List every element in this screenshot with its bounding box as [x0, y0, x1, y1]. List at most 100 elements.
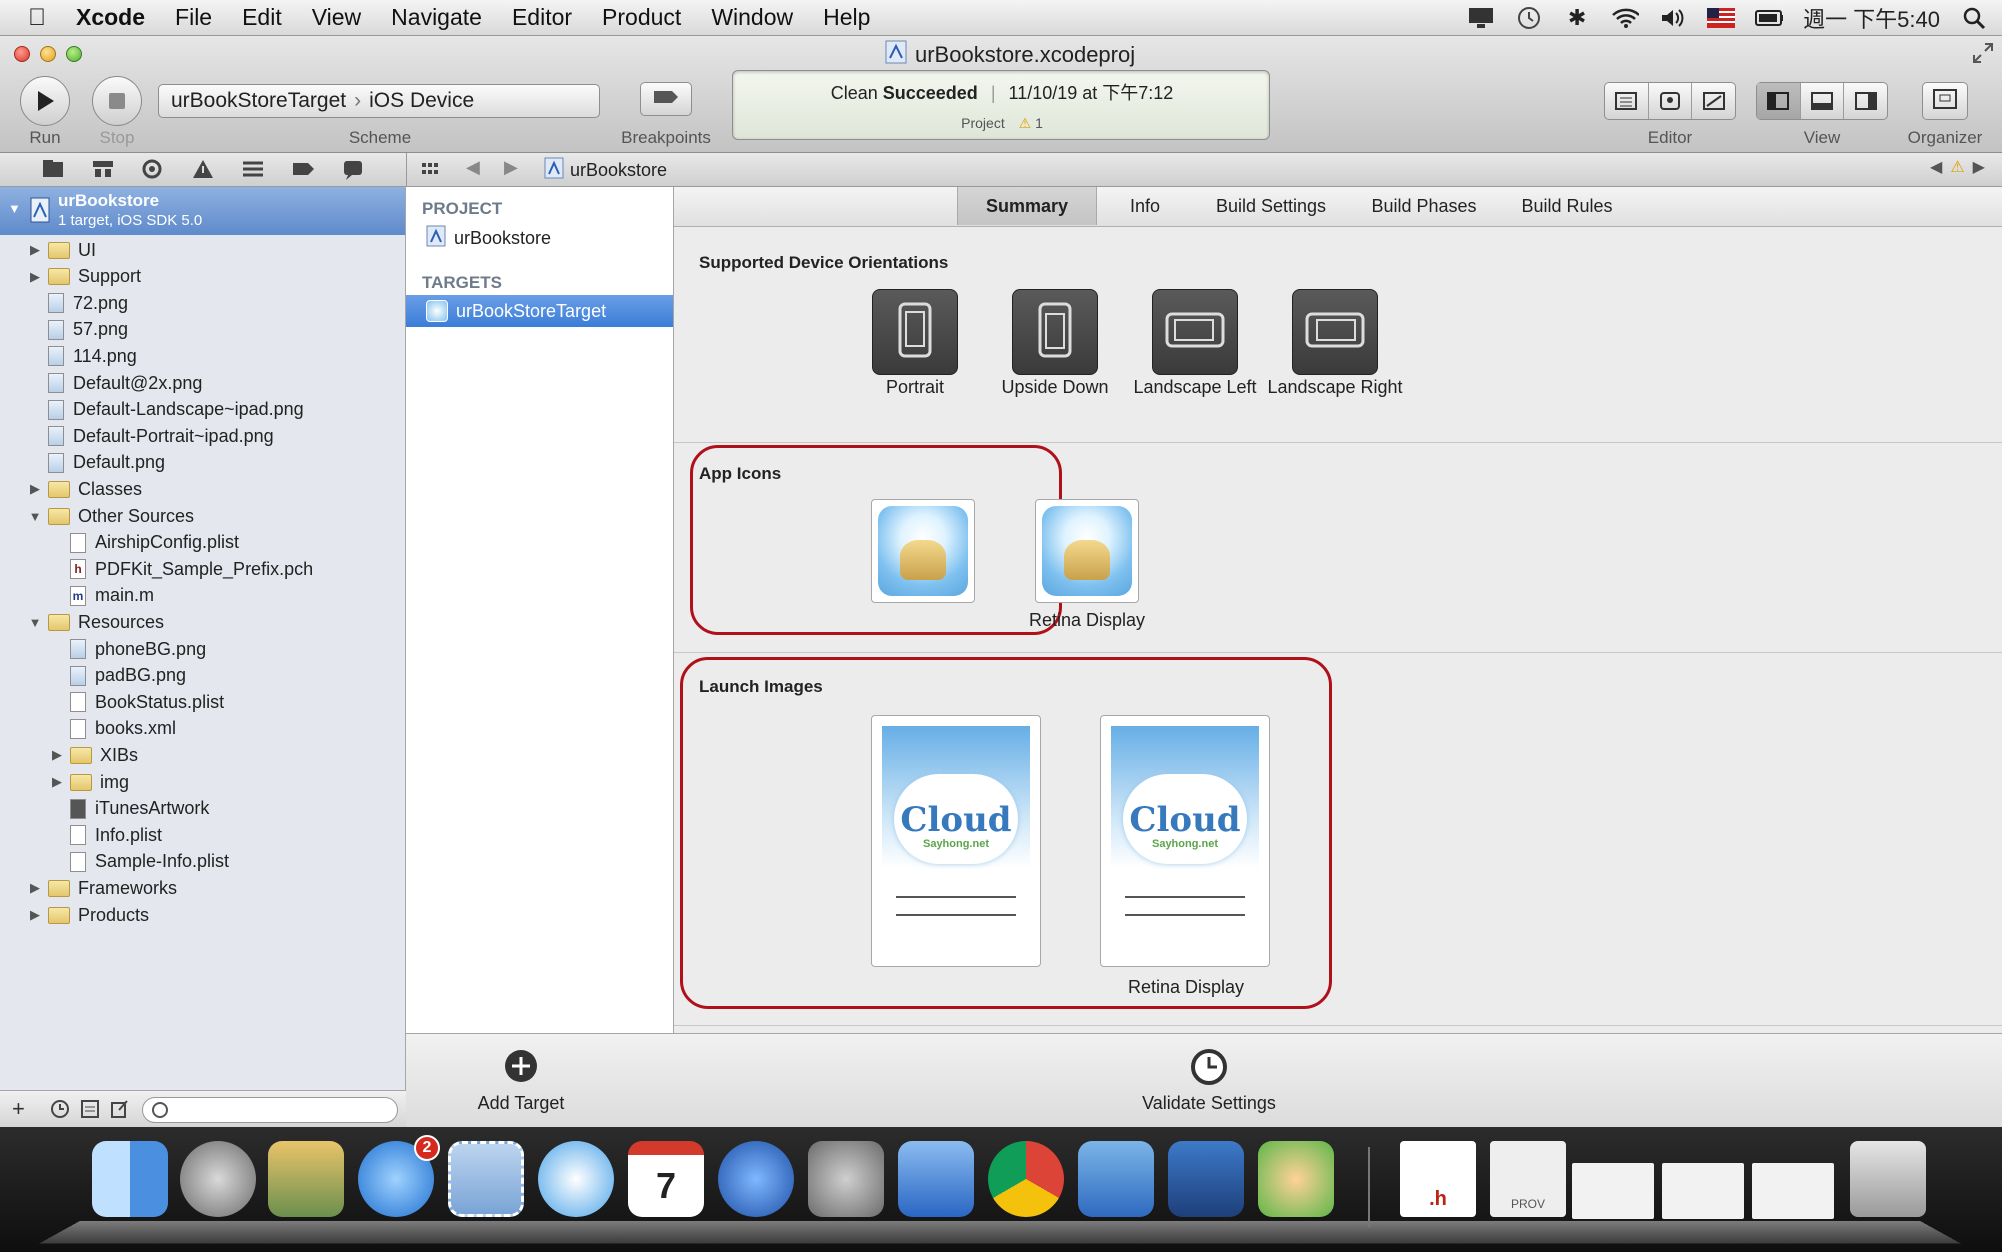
system-preferences-icon[interactable]	[808, 1141, 884, 1217]
navigator-row[interactable]: ▶ Classes	[28, 476, 142, 502]
status-issues[interactable]: Project ⚠ 1	[733, 115, 1271, 132]
orientation-landscape-left-toggle[interactable]	[1152, 289, 1238, 375]
navigator-toggle-icon[interactable]	[1757, 83, 1801, 119]
symbol-navigator-icon[interactable]	[90, 157, 116, 186]
project-root-row[interactable]: ▼ urBookstore 1 target, iOS SDK 5.0	[0, 187, 405, 235]
search-navigator-icon[interactable]	[140, 157, 166, 186]
xcode-icon[interactable]	[898, 1141, 974, 1217]
recent-files-icon[interactable]	[50, 1099, 70, 1124]
jump-bar-breadcrumb[interactable]: urBookstore	[544, 157, 667, 184]
navigator-row[interactable]: 114.png	[28, 343, 137, 369]
tab-build-phases[interactable]: Build Phases	[1349, 187, 1499, 225]
app-icon-retina-well[interactable]	[1035, 499, 1139, 603]
menu-view[interactable]: View	[297, 4, 376, 31]
navigator-row[interactable]: ▶ Frameworks	[28, 875, 177, 901]
tab-info[interactable]: Info	[1097, 187, 1193, 225]
related-files-icon[interactable]	[420, 159, 440, 184]
minimize-window-button[interactable]	[40, 46, 56, 62]
stop-button[interactable]	[92, 76, 142, 126]
provisioning-profile-icon[interactable]: PROV	[1490, 1141, 1566, 1217]
navigator-row[interactable]: ▼ Resources	[28, 609, 164, 635]
close-window-button[interactable]	[14, 46, 30, 62]
pps-player-icon[interactable]	[1258, 1141, 1334, 1217]
run-button[interactable]	[20, 76, 70, 126]
disclosure-closed-icon[interactable]: ▶	[28, 880, 42, 896]
bluetooth-icon[interactable]: ✱	[1563, 5, 1591, 31]
navigator-row[interactable]: AirshipConfig.plist	[50, 530, 239, 556]
orientation-portrait-toggle[interactable]	[872, 289, 958, 375]
itunes-icon[interactable]	[718, 1141, 794, 1217]
navigator-row[interactable]: ▶ Support	[28, 264, 141, 290]
app-store-icon[interactable]: 2	[358, 1135, 440, 1217]
disclosure-closed-icon[interactable]: ▶	[28, 481, 42, 497]
wifi-icon[interactable]	[1611, 5, 1640, 31]
fullscreen-icon[interactable]	[1972, 42, 1994, 69]
menu-app-name[interactable]: Xcode	[61, 4, 160, 31]
breakpoints-button[interactable]	[640, 82, 692, 116]
disclosure-open-icon[interactable]: ▼	[28, 615, 42, 630]
debug-area-toggle-icon[interactable]	[1801, 83, 1845, 119]
navigator-row[interactable]: ▶ XIBs	[50, 742, 138, 768]
disclosure-open-icon[interactable]: ▼	[28, 509, 42, 524]
orientation-landscape-right-toggle[interactable]	[1292, 289, 1378, 375]
menu-window[interactable]: Window	[696, 4, 808, 31]
zoom-window-button[interactable]	[66, 46, 82, 62]
launch-image-retina-well[interactable]: Cloud Sayhong.net	[1100, 715, 1270, 967]
header-file-icon[interactable]: .h	[1400, 1141, 1476, 1217]
menu-help[interactable]: Help	[808, 4, 885, 31]
navigator-row[interactable]: padBG.png	[50, 663, 186, 689]
navigator-row[interactable]: Sample-Info.plist	[50, 849, 229, 875]
debug-navigator-icon[interactable]	[240, 157, 266, 186]
menu-navigate[interactable]: Navigate	[376, 4, 497, 31]
project-navigator-icon[interactable]	[40, 157, 66, 186]
back-arrow-icon[interactable]: ◀	[466, 157, 480, 178]
image-capture-icon[interactable]	[268, 1141, 344, 1217]
disclosure-closed-icon[interactable]: ▶	[50, 774, 64, 790]
standard-editor-icon[interactable]	[1605, 83, 1649, 119]
volume-icon[interactable]	[1659, 5, 1687, 31]
warning-icon[interactable]: ⚠	[1950, 157, 1964, 177]
battery-icon[interactable]	[1755, 5, 1784, 31]
tab-build-rules[interactable]: Build Rules	[1499, 187, 1635, 225]
game-app-icon[interactable]	[1078, 1141, 1154, 1217]
add-icon[interactable]: +	[12, 1096, 25, 1122]
spotlight-search-icon[interactable]	[1960, 5, 1988, 31]
orientation-upside-down-toggle[interactable]	[1012, 289, 1098, 375]
time-machine-icon[interactable]	[1515, 5, 1543, 31]
navigator-row[interactable]: 72.png	[28, 290, 128, 316]
mail-stamp-icon[interactable]	[448, 1141, 524, 1217]
navigator-filter-field[interactable]	[142, 1097, 398, 1123]
target-item-selected[interactable]: urBookStoreTarget	[406, 295, 673, 327]
navigator-row[interactable]: Default@2x.png	[28, 370, 202, 396]
navigator-row[interactable]: m main.m	[50, 583, 154, 609]
disclosure-closed-icon[interactable]: ▶	[28, 242, 42, 258]
navigator-row[interactable]: BookStatus.plist	[50, 689, 224, 715]
minimized-window-thumbnail[interactable]	[1572, 1163, 1654, 1219]
menu-editor[interactable]: Editor	[497, 4, 587, 31]
menu-edit[interactable]: Edit	[227, 4, 297, 31]
disclosure-closed-icon[interactable]: ▶	[28, 907, 42, 923]
trash-icon[interactable]	[1850, 1141, 1926, 1217]
navigator-row[interactable]: iTunesArtwork	[50, 796, 209, 822]
log-navigator-icon[interactable]	[340, 157, 366, 186]
utilities-toggle-icon[interactable]	[1844, 83, 1887, 119]
angry-birds-icon[interactable]	[1168, 1141, 1244, 1217]
navigator-row[interactable]: Default-Portrait~ipad.png	[28, 423, 274, 449]
navigator-row[interactable]: ▶ img	[50, 769, 129, 795]
tab-build-settings[interactable]: Build Settings	[1193, 187, 1349, 225]
previous-issue-icon[interactable]: ◀	[1930, 157, 1942, 177]
tab-summary[interactable]: Summary	[957, 187, 1097, 225]
menu-product[interactable]: Product	[587, 4, 696, 31]
input-flag-icon[interactable]	[1707, 5, 1736, 31]
minimized-window-thumbnail[interactable]	[1752, 1163, 1834, 1219]
forward-arrow-icon[interactable]: ▶	[504, 157, 518, 178]
breakpoint-navigator-icon[interactable]	[290, 157, 316, 186]
version-editor-icon[interactable]	[1692, 83, 1735, 119]
menu-clock[interactable]: 週一 下午5:40	[1803, 2, 1940, 34]
organizer-button[interactable]	[1922, 82, 1968, 120]
navigator-row[interactable]: phoneBG.png	[50, 636, 206, 662]
app-icon-well[interactable]	[871, 499, 975, 603]
navigator-row[interactable]: ▶ UI	[28, 237, 96, 263]
source-control-filter-icon[interactable]	[80, 1099, 100, 1124]
display-icon[interactable]	[1467, 5, 1495, 31]
